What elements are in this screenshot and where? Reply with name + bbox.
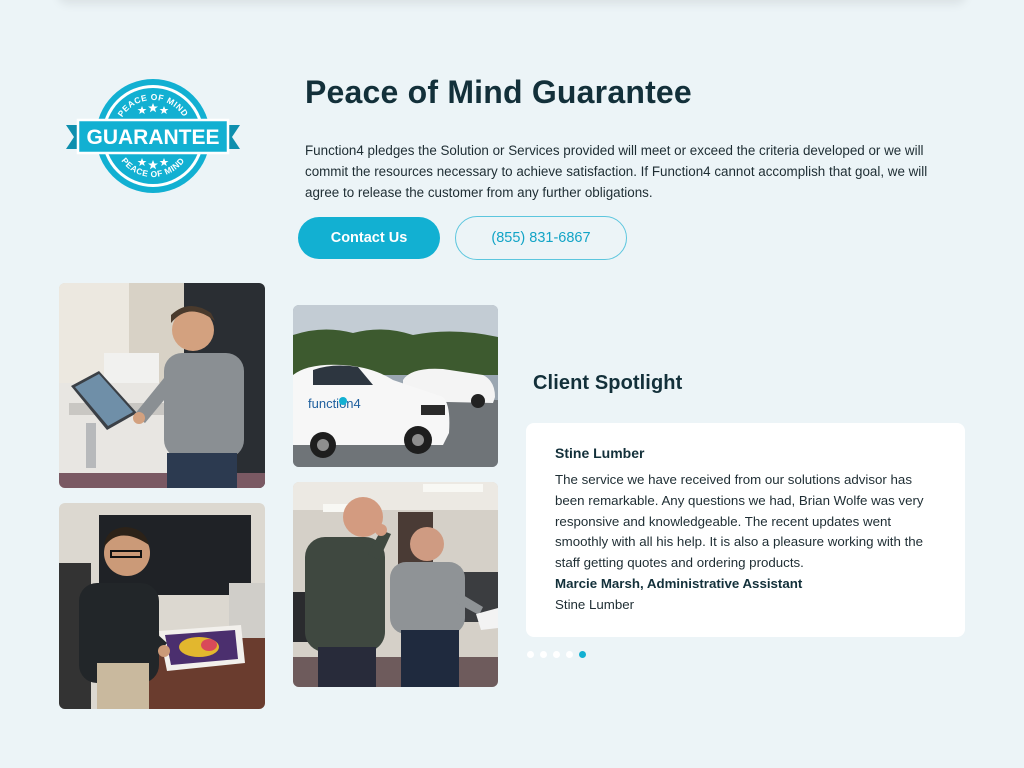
guarantee-description: Function4 pledges the Solution or Servic…	[305, 143, 928, 200]
carousel-dot-5[interactable]	[579, 651, 586, 658]
carousel-dot-1[interactable]	[527, 651, 534, 658]
vehicle-logo-text: function4	[308, 396, 361, 411]
testimonial-quote: The service we have received from our so…	[555, 472, 924, 571]
carousel-dots	[527, 651, 586, 658]
carousel-dot-2[interactable]	[540, 651, 547, 658]
carousel-dot-3[interactable]	[553, 651, 560, 658]
section-title: Peace of Mind Guarantee	[305, 74, 692, 110]
guarantee-badge-icon: PEACE OF MIND PEACE OF MIND GUARANTEE	[62, 76, 244, 196]
contact-us-button[interactable]: Contact Us	[298, 217, 440, 259]
photo-technician-at-copier	[59, 283, 265, 488]
testimonial-author: Marcie Marsh, Administrative Assistant	[555, 575, 803, 591]
photo-company-vehicles: function4	[293, 305, 498, 467]
phone-button[interactable]: (855) 831-6867	[455, 216, 627, 260]
testimonial-company: Stine Lumber	[555, 445, 645, 461]
badge-ribbon-text: GUARANTEE	[86, 126, 219, 149]
carousel-dot-4[interactable]	[566, 651, 573, 658]
testimonial-author-company: Stine Lumber	[555, 596, 635, 612]
photo-team-discussion	[293, 482, 498, 687]
photo-staff-with-print	[59, 503, 265, 709]
testimonial-card: Stine Lumber The service we have receive…	[526, 423, 965, 637]
client-spotlight-title: Client Spotlight	[533, 372, 683, 394]
